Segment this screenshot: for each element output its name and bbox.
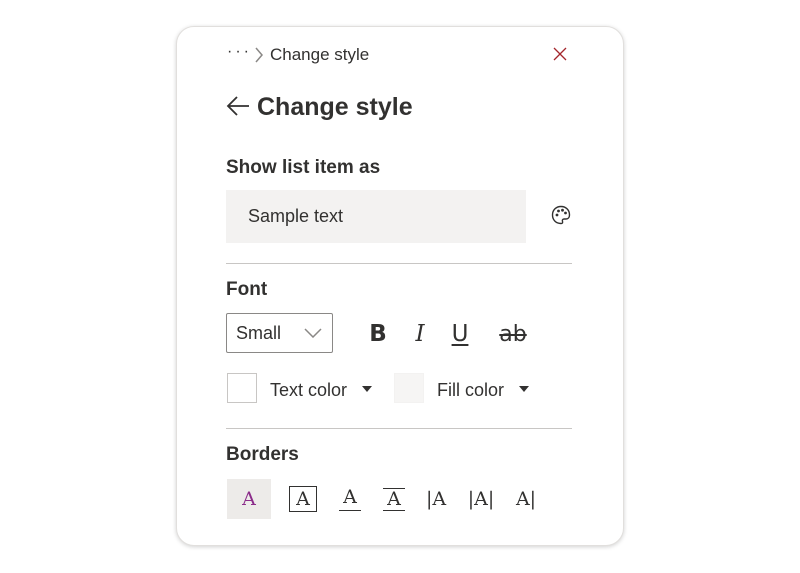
border-bottom-button[interactable]: A bbox=[335, 479, 365, 519]
font-size-dropdown[interactable]: Small bbox=[226, 313, 333, 353]
close-button[interactable] bbox=[549, 45, 571, 67]
breadcrumb-current: Change style bbox=[269, 45, 370, 64]
palette-icon[interactable] bbox=[551, 205, 571, 230]
borders-label: Borders bbox=[226, 444, 299, 465]
breadcrumb: ··· Change style bbox=[227, 43, 369, 67]
page-title: Change style bbox=[257, 93, 413, 121]
caret-down-icon[interactable] bbox=[360, 384, 374, 394]
more-icon[interactable]: ··· bbox=[227, 44, 252, 60]
font-size-value: Small bbox=[236, 322, 282, 343]
border-glyph: A| bbox=[515, 488, 537, 510]
italic-button[interactable]: I bbox=[405, 319, 435, 349]
back-arrow-icon[interactable] bbox=[226, 95, 250, 122]
show-as-label: Show list item as bbox=[226, 157, 381, 178]
border-glyph: |A bbox=[425, 488, 447, 510]
border-glyph: A bbox=[383, 487, 405, 511]
caret-down-icon[interactable] bbox=[517, 384, 531, 394]
bold-button[interactable]: B bbox=[363, 319, 393, 349]
chevron-down-icon bbox=[304, 328, 324, 338]
border-left-right-button[interactable]: |A| bbox=[463, 479, 499, 519]
border-top-bottom-button[interactable]: A bbox=[379, 479, 409, 519]
strikethrough-button[interactable]: ab bbox=[493, 319, 533, 349]
text-color-label[interactable]: Text color bbox=[270, 379, 347, 401]
border-glyph: A bbox=[242, 488, 256, 510]
change-style-panel: ··· Change style Change style Show list … bbox=[176, 26, 624, 546]
border-glyph: A bbox=[339, 487, 361, 511]
border-glyph: A bbox=[289, 486, 317, 512]
sample-text: Sample text bbox=[248, 206, 344, 226]
border-glyph: |A| bbox=[467, 488, 495, 510]
divider bbox=[226, 428, 572, 429]
back-button[interactable] bbox=[225, 95, 251, 121]
palette-button[interactable] bbox=[550, 205, 572, 230]
text-color-swatch[interactable] bbox=[227, 373, 257, 403]
chevron-right-icon bbox=[254, 47, 264, 63]
border-none-button[interactable]: A bbox=[227, 479, 271, 519]
fill-color-label[interactable]: Fill color bbox=[437, 379, 504, 401]
sample-text-preview: Sample text bbox=[226, 190, 526, 243]
underline-button[interactable]: U bbox=[445, 319, 475, 349]
close-icon[interactable] bbox=[553, 47, 567, 66]
fill-color-swatch[interactable] bbox=[394, 373, 424, 403]
divider bbox=[226, 263, 572, 264]
border-all-button[interactable]: A bbox=[285, 479, 321, 519]
border-left-button[interactable]: |A bbox=[421, 479, 451, 519]
border-right-button[interactable]: A| bbox=[511, 479, 541, 519]
font-label: Font bbox=[226, 279, 268, 300]
